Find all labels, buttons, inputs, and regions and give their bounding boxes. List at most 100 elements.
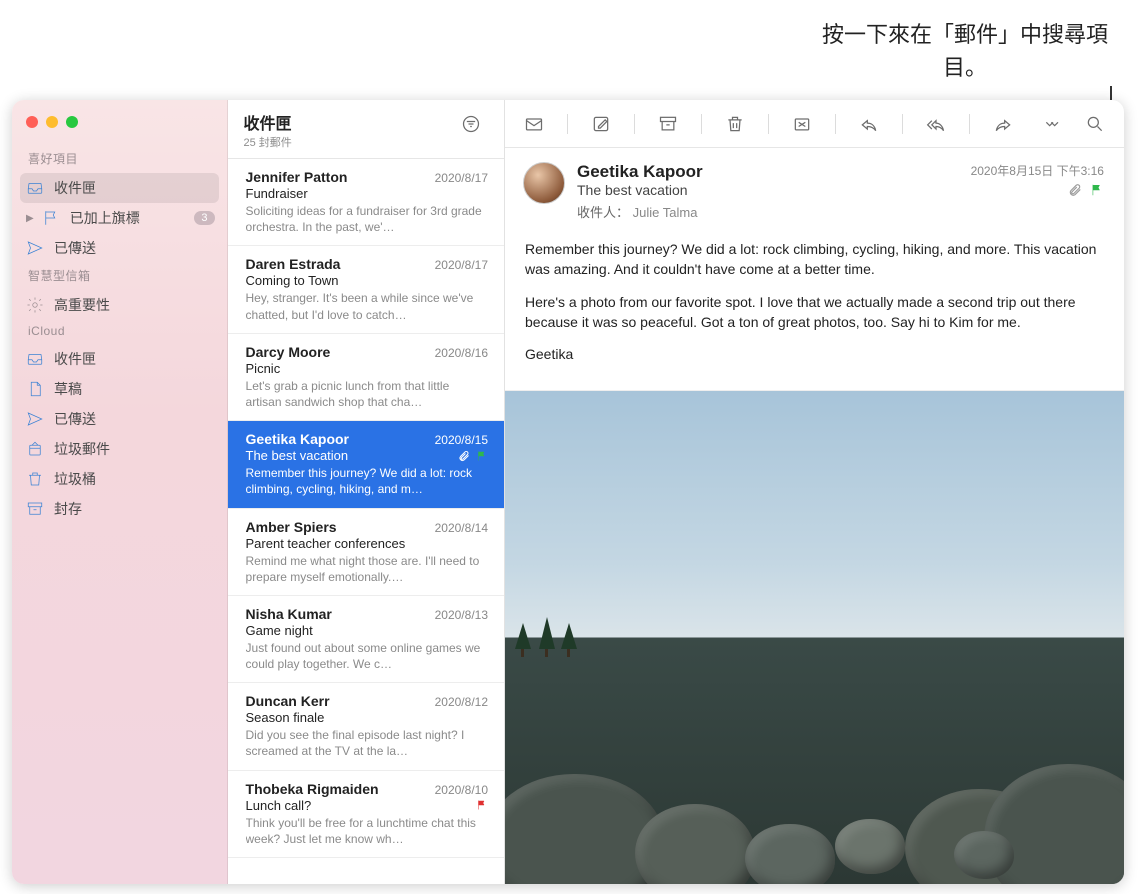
message-row[interactable]: Darcy Moore 2020/8/16Picnic Let's grab a p…	[228, 334, 504, 421]
sidebar-item-trash[interactable]: 垃圾桶	[12, 464, 227, 494]
row-subject: Fundraiser	[246, 186, 488, 201]
sidebar-section-favorites: 喜好項目	[12, 146, 227, 173]
forward-button[interactable]	[986, 110, 1020, 138]
delete-button[interactable]	[718, 110, 752, 138]
toolbar-separator	[701, 114, 702, 134]
message-row[interactable]: Nisha Kumar 2020/8/13Game night Just found…	[228, 596, 504, 683]
row-sender: Daren Estrada	[246, 256, 341, 272]
sidebar-item-icloud-inbox[interactable]: 收件匣	[12, 344, 227, 374]
row-date: 2020/8/10	[435, 783, 488, 797]
body-paragraph: Here's a photo from our favorite spot. I…	[525, 292, 1104, 333]
row-date: 2020/8/12	[435, 695, 488, 709]
row-preview: Think you'll be free for a lunchtime cha…	[246, 815, 488, 847]
row-subject: The best vacation	[246, 448, 488, 463]
row-preview: Did you see the final episode last night…	[246, 727, 488, 759]
row-date: 2020/8/15	[435, 433, 488, 447]
reply-all-button[interactable]	[919, 110, 953, 138]
more-button[interactable]	[1036, 110, 1070, 138]
row-date: 2020/8/14	[435, 521, 488, 535]
message-row[interactable]: Daren Estrada 2020/8/17Coming to Town Hey,…	[228, 246, 504, 333]
callout-text: 按一下來在「郵件」中搜尋項目。	[810, 18, 1120, 84]
message-row[interactable]: Amber Spiers 2020/8/14Parent teacher conf…	[228, 509, 504, 596]
filter-button[interactable]	[454, 110, 488, 138]
message-pane: Geetika Kapoor The best vacation 收件人： Ju…	[505, 100, 1124, 884]
sidebar-item-label: 封存	[54, 499, 82, 519]
sidebar-item-label: 草稿	[54, 379, 82, 399]
row-date: 2020/8/17	[435, 171, 488, 185]
row-sender: Darcy Moore	[246, 344, 331, 360]
message-row[interactable]: Jennifer Patton2020/8/17FundraiserSolici…	[228, 159, 504, 246]
minimize-window-button[interactable]	[46, 116, 58, 128]
message-body: Remember this journey? We did a lot: roc…	[505, 231, 1124, 390]
toolbar-separator	[835, 114, 836, 134]
mark-read-button[interactable]	[517, 110, 551, 138]
mailbox-count: 25 封郵件	[244, 134, 292, 150]
row-sender: Thobeka Rigmaiden	[246, 781, 379, 797]
row-sender: Duncan Kerr	[246, 693, 330, 709]
message-image	[505, 390, 1124, 884]
row-sender: Amber Spiers	[246, 519, 337, 535]
sidebar-item-label: 高重要性	[54, 295, 110, 315]
sidebar-item-important[interactable]: 高重要性	[12, 290, 227, 320]
sidebar-item-junk[interactable]: 垃圾郵件	[12, 434, 227, 464]
compose-button[interactable]	[584, 110, 618, 138]
sidebar-item-drafts[interactable]: 草稿	[12, 374, 227, 404]
archive-icon	[26, 500, 44, 518]
message-row[interactable]: Duncan Kerr 2020/8/12Season finale Did you…	[228, 683, 504, 770]
mailbox-title: 收件匣	[244, 110, 292, 134]
row-preview: Soliciting ideas for a fundraiser for 3r…	[246, 203, 488, 235]
row-sender: Geetika Kapoor	[246, 431, 349, 447]
sidebar-item-label: 收件匣	[54, 178, 96, 198]
message-row[interactable]: Geetika Kapoor 2020/8/15The best vacation…	[228, 421, 504, 508]
row-date: 2020/8/16	[435, 346, 488, 360]
row-subject: Picnic	[246, 361, 488, 376]
sidebar-item-label: 收件匣	[54, 349, 96, 369]
trash-icon	[26, 470, 44, 488]
sidebar-item-icloud-sent[interactable]: 已傳送	[12, 404, 227, 434]
row-preview: Just found out about some online games w…	[246, 640, 488, 672]
row-date: 2020/8/13	[435, 608, 488, 622]
toolbar-separator	[768, 114, 769, 134]
to-value: Julie Talma	[633, 205, 698, 220]
sender-avatar[interactable]	[523, 162, 565, 204]
sidebar-item-inbox[interactable]: 收件匣	[20, 173, 219, 203]
reply-button[interactable]	[852, 110, 886, 138]
row-subject: Parent teacher conferences	[246, 536, 488, 551]
body-paragraph: Remember this journey? We did a lot: roc…	[525, 239, 1104, 280]
close-window-button[interactable]	[26, 116, 38, 128]
row-subject: Game night	[246, 623, 488, 638]
row-preview: Let's grab a picnic lunch from that litt…	[246, 378, 488, 410]
search-button[interactable]	[1078, 110, 1112, 138]
flag-icon	[42, 209, 60, 227]
sidebar-item-label: 垃圾桶	[54, 469, 96, 489]
row-subject: Coming to Town	[246, 273, 488, 288]
toolbar-separator	[969, 114, 970, 134]
doc-icon	[26, 380, 44, 398]
row-subject: Lunch call?	[246, 798, 488, 813]
message-header: Geetika Kapoor The best vacation 收件人： Ju…	[505, 148, 1124, 231]
chevron-right-icon: ▶	[26, 213, 34, 224]
row-preview: Hey, stranger. It's been a while since w…	[246, 290, 488, 322]
sidebar-section-icloud: iCloud	[12, 320, 227, 344]
to-label: 收件人：	[577, 205, 629, 220]
sidebar-item-flagged[interactable]: ▶ 已加上旗標 3	[12, 203, 227, 233]
row-date: 2020/8/17	[435, 258, 488, 272]
zoom-window-button[interactable]	[66, 116, 78, 128]
sent-icon	[26, 410, 44, 428]
message-list-header: 收件匣 25 封郵件	[228, 100, 504, 159]
message-to: 收件人： Julie Talma	[577, 202, 703, 221]
sidebar-item-archive[interactable]: 封存	[12, 494, 227, 524]
mail-window: 喜好項目 收件匣 ▶ 已加上旗標 3 已傳送 智慧型信箱 高重要性 iCloud…	[12, 100, 1124, 884]
row-subject: Season finale	[246, 710, 488, 725]
message-row[interactable]: Thobeka Rigmaiden 2020/8/10Lunch call? Thi…	[228, 771, 504, 858]
junk-button[interactable]	[785, 110, 819, 138]
sidebar-item-label: 已加上旗標	[70, 208, 140, 228]
attachment-icon	[1068, 183, 1082, 200]
archive-button[interactable]	[651, 110, 685, 138]
sidebar-item-sent[interactable]: 已傳送	[12, 233, 227, 263]
message-list-pane: 收件匣 25 封郵件 Jennifer Patton2020/8/17Fundr…	[228, 100, 505, 884]
row-preview: Remind me what night those are. I'll nee…	[246, 553, 488, 585]
row-sender: Nisha Kumar	[246, 606, 332, 622]
message-list[interactable]: Jennifer Patton2020/8/17FundraiserSolici…	[228, 159, 504, 884]
toolbar-separator	[634, 114, 635, 134]
